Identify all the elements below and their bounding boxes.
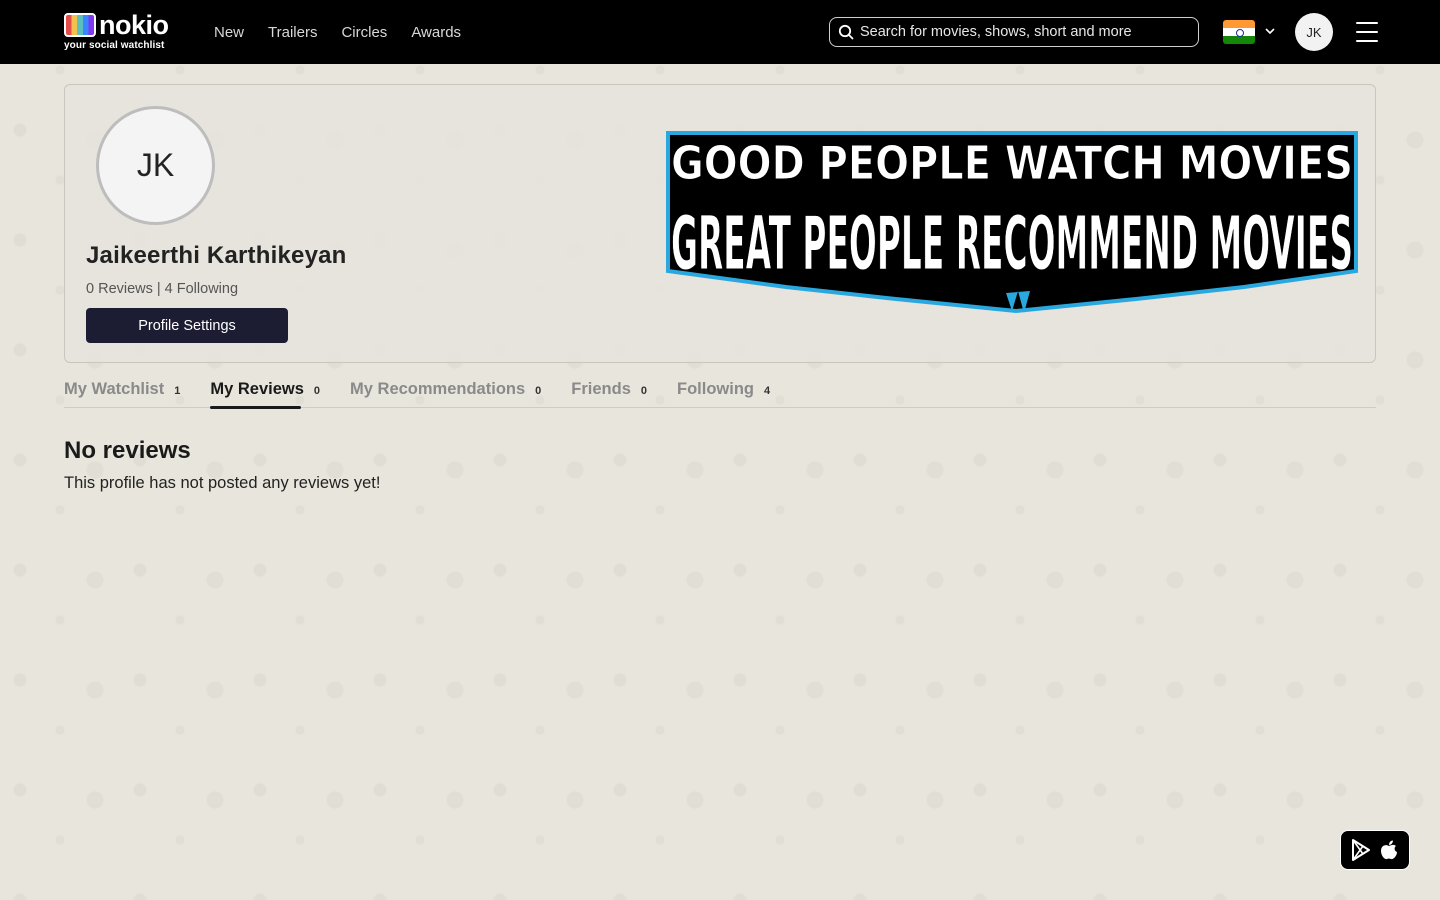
profile-card: JK Jaikeerthi Karthikeyan 0 Reviews | 4 … bbox=[64, 84, 1376, 363]
tab-my-recommendations[interactable]: My Recommendations 0 bbox=[350, 380, 541, 408]
apple-icon bbox=[1381, 840, 1397, 860]
tab-count: 0 bbox=[535, 385, 542, 397]
user-avatar-button[interactable]: JK bbox=[1295, 13, 1333, 51]
nav-link-circles[interactable]: Circles bbox=[341, 24, 387, 41]
tab-count: 0 bbox=[313, 385, 321, 397]
profile-name: Jaikeerthi Karthikeyan bbox=[86, 242, 347, 269]
banner-line-2: GREAT PEOPLE RECOMMEND MOVIES bbox=[671, 201, 1353, 287]
tab-label: My Recommendations bbox=[350, 380, 526, 398]
profile-stats: 0 Reviews | 4 Following bbox=[86, 281, 238, 297]
tab-count: 4 bbox=[764, 385, 771, 397]
app-download-badge[interactable] bbox=[1340, 830, 1410, 870]
nav-link-new[interactable]: New bbox=[214, 24, 244, 41]
logo-wordmark: nokio bbox=[99, 10, 169, 40]
empty-state-title: No reviews bbox=[64, 437, 191, 464]
tab-label: Friends bbox=[571, 380, 631, 398]
tab-label: My Reviews bbox=[210, 380, 304, 398]
main-nav: New Trailers Circles Awards bbox=[214, 0, 461, 64]
profile-tabs: My Watchlist 1 My Reviews 0 My Recommend… bbox=[64, 380, 1376, 409]
tab-following[interactable]: Following 4 bbox=[677, 380, 770, 408]
profile-banner: GOOD PEOPLE WATCH MOVIES GREAT PEOPLE RE… bbox=[666, 131, 1358, 314]
search-bar[interactable] bbox=[829, 17, 1199, 47]
tab-friends[interactable]: Friends 0 bbox=[571, 380, 647, 408]
logo-tagline: your social watchlist bbox=[64, 40, 165, 51]
search-icon bbox=[838, 24, 854, 40]
tab-my-watchlist[interactable]: My Watchlist 1 bbox=[64, 380, 180, 408]
banner-line-1: GOOD PEOPLE WATCH MOVIES bbox=[671, 136, 1353, 190]
chevron-down-icon[interactable] bbox=[1263, 24, 1277, 38]
india-flag-icon[interactable] bbox=[1223, 20, 1255, 44]
nokio-logo[interactable]: nokio your social watchlist bbox=[64, 12, 176, 52]
google-play-icon bbox=[1352, 839, 1370, 861]
tab-count: 1 bbox=[174, 385, 181, 397]
tab-label: My Watchlist bbox=[64, 380, 165, 398]
tab-count: 0 bbox=[640, 385, 648, 397]
reviews-count[interactable]: 0 Reviews bbox=[86, 281, 153, 297]
tab-my-reviews[interactable]: My Reviews 0 bbox=[210, 380, 321, 409]
empty-state-text: This profile has not posted any reviews … bbox=[64, 474, 381, 492]
profile-settings-button[interactable]: Profile Settings bbox=[86, 308, 288, 343]
stats-separator: | bbox=[156, 281, 161, 297]
search-input[interactable] bbox=[860, 24, 1180, 40]
nav-link-awards[interactable]: Awards bbox=[411, 24, 461, 41]
tab-label: Following bbox=[677, 380, 754, 398]
tv-logo-icon bbox=[64, 13, 96, 37]
top-navigation-bar: nokio your social watchlist New Trailers… bbox=[0, 0, 1440, 64]
profile-avatar: JK bbox=[96, 106, 215, 225]
nav-link-trailers[interactable]: Trailers bbox=[268, 24, 317, 41]
following-count[interactable]: 4 Following bbox=[165, 281, 238, 297]
hamburger-menu-icon[interactable] bbox=[1356, 22, 1378, 42]
